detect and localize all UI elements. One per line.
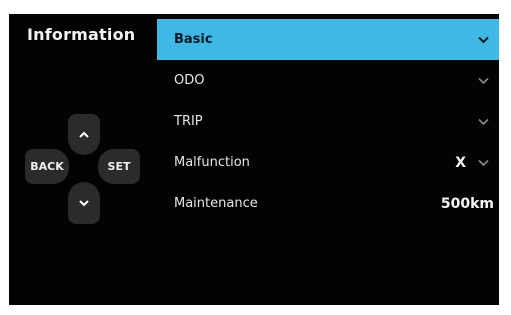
maintenance-value: 500km [440, 195, 494, 212]
menu-item-malfunction[interactable]: Malfunction X [157, 142, 499, 183]
chevron-down-icon [478, 77, 489, 84]
info-screen: Information BACK SET Basic ODO TRIP Malf… [9, 14, 499, 305]
chevron-down-icon [478, 118, 489, 125]
menu-item-label: TRIP [174, 114, 203, 129]
set-button[interactable]: SET [98, 149, 140, 184]
menu-item-label: Basic [174, 32, 213, 47]
menu-item-maintenance[interactable]: Maintenance 500km [157, 183, 499, 224]
menu-item-odo[interactable]: ODO [157, 60, 499, 101]
down-button[interactable] [68, 182, 100, 224]
info-menu: Basic ODO TRIP Malfunction X Maintenance… [157, 19, 499, 224]
menu-item-label: Maintenance [174, 196, 258, 211]
up-button[interactable] [68, 114, 100, 155]
chevron-up-icon [79, 131, 89, 138]
malfunction-value: X [455, 154, 466, 171]
back-button[interactable]: BACK [25, 149, 69, 184]
chevron-down-icon [79, 199, 89, 206]
menu-item-label: Malfunction [174, 155, 250, 170]
page-title: Information [27, 25, 136, 44]
menu-item-basic[interactable]: Basic [157, 19, 499, 60]
menu-item-trip[interactable]: TRIP [157, 101, 499, 142]
menu-item-label: ODO [174, 73, 205, 88]
chevron-down-icon [478, 159, 489, 166]
chevron-down-icon [478, 36, 489, 43]
